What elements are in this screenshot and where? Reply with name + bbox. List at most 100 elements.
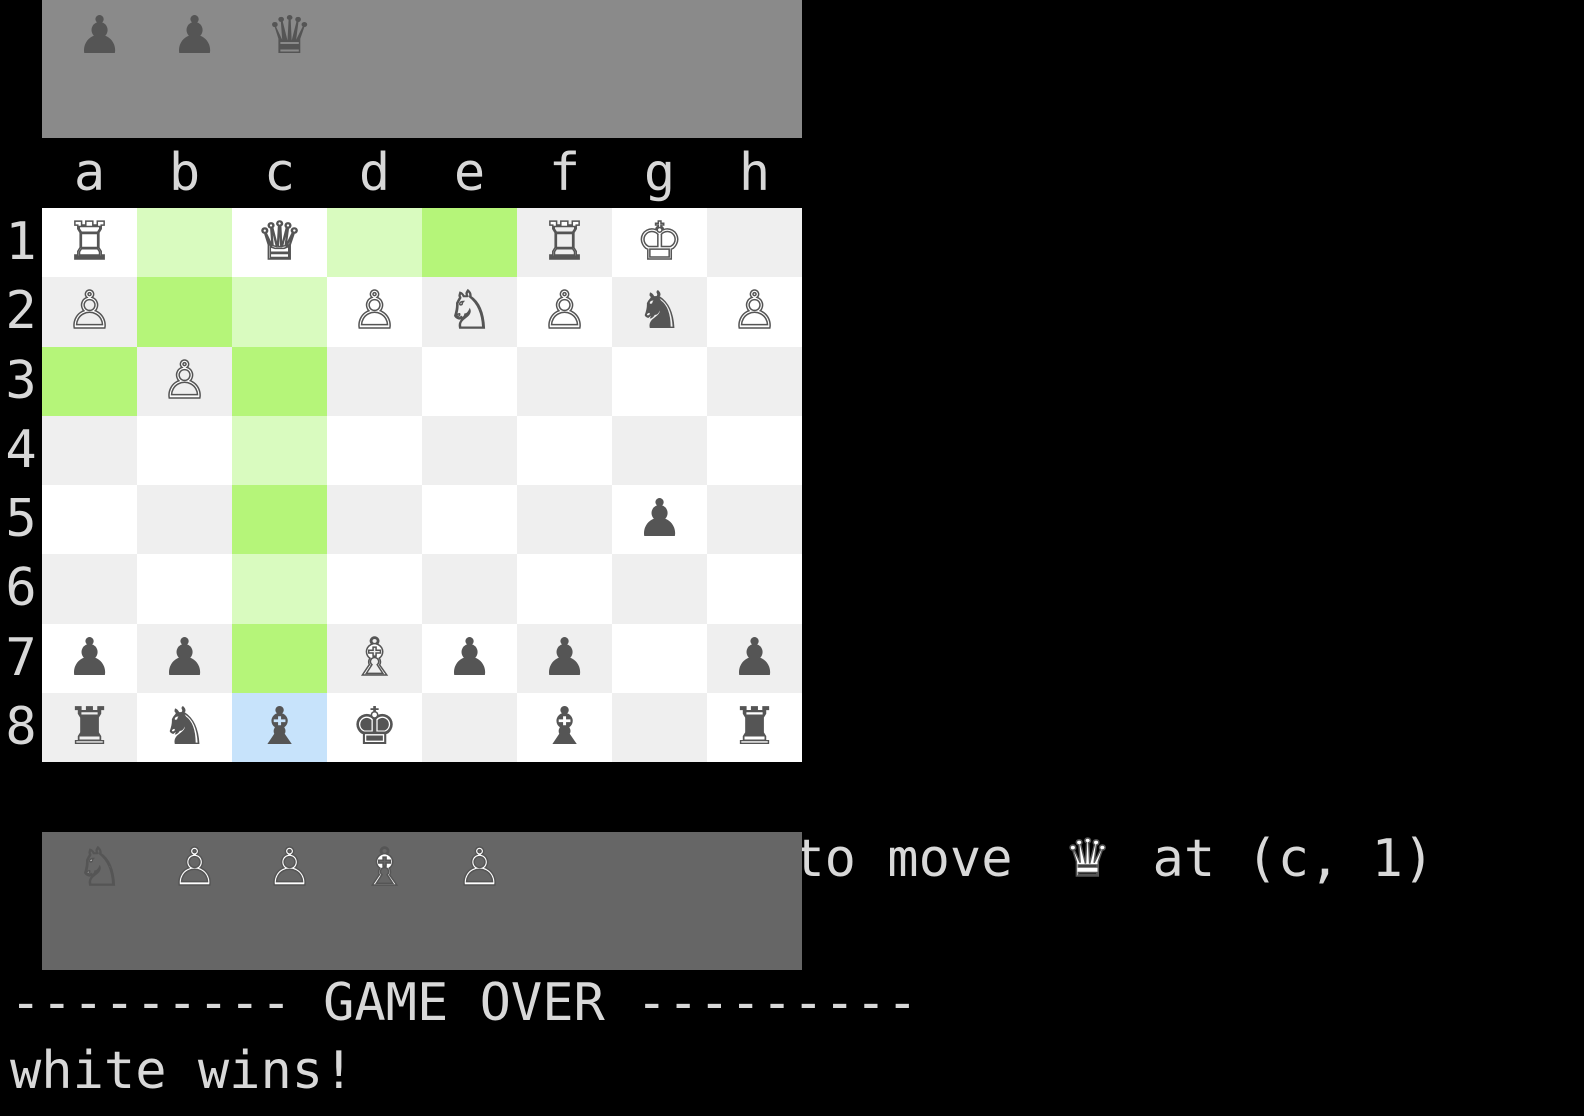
white-pawn-icon[interactable]: ♙ xyxy=(350,281,398,343)
file-label-f: f xyxy=(548,143,581,203)
square-g7[interactable] xyxy=(612,623,707,693)
square-a7[interactable]: ♟ xyxy=(42,623,137,693)
square-a5[interactable] xyxy=(42,485,137,555)
captured-white-pawn-icon: ♙ xyxy=(455,837,503,899)
square-d2[interactable]: ♙ xyxy=(327,277,422,347)
black-bishop-icon[interactable]: ♝ xyxy=(256,697,303,757)
black-pawn-icon[interactable]: ♟ xyxy=(541,628,588,688)
square-h2[interactable]: ♙ xyxy=(707,277,802,347)
black-king-icon[interactable]: ♚ xyxy=(351,697,398,757)
rank-label-8: 8 xyxy=(5,696,37,757)
square-d8[interactable]: ♚ xyxy=(327,692,422,762)
square-a3[interactable] xyxy=(42,346,137,416)
white-knight-icon[interactable]: ♘ xyxy=(445,281,493,343)
file-label-c: c xyxy=(263,143,296,203)
black-knight-icon[interactable]: ♞ xyxy=(161,697,208,757)
square-a8[interactable]: ♜ xyxy=(42,692,137,762)
square-f6[interactable] xyxy=(517,554,612,624)
white-pawn-icon[interactable]: ♙ xyxy=(730,281,778,343)
square-c2[interactable] xyxy=(232,277,327,347)
square-c7[interactable] xyxy=(232,623,327,693)
square-a1[interactable]: ♖ xyxy=(42,208,137,278)
white-pawn-icon[interactable]: ♙ xyxy=(160,350,208,412)
black-bishop-icon[interactable]: ♝ xyxy=(541,697,588,757)
square-g2[interactable]: ♞ xyxy=(612,277,707,347)
square-e1[interactable] xyxy=(422,208,517,278)
square-g4[interactable] xyxy=(612,415,707,485)
square-f5[interactable] xyxy=(517,485,612,555)
square-c8[interactable]: ♝ xyxy=(232,692,327,762)
square-d6[interactable] xyxy=(327,554,422,624)
square-f2[interactable]: ♙ xyxy=(517,277,612,347)
square-a2[interactable]: ♙ xyxy=(42,277,137,347)
square-f4[interactable] xyxy=(517,415,612,485)
square-h3[interactable] xyxy=(707,346,802,416)
square-b3[interactable]: ♙ xyxy=(137,346,232,416)
black-rook-icon[interactable]: ♜ xyxy=(731,697,778,757)
square-h5[interactable] xyxy=(707,485,802,555)
square-g5[interactable]: ♟ xyxy=(612,485,707,555)
captured-white-knight-icon: ♘ xyxy=(75,837,123,899)
square-e5[interactable] xyxy=(422,485,517,555)
square-f7[interactable]: ♟ xyxy=(517,623,612,693)
square-h1[interactable] xyxy=(707,208,802,278)
square-b5[interactable] xyxy=(137,485,232,555)
square-h8[interactable]: ♜ xyxy=(707,692,802,762)
black-pawn-icon[interactable]: ♟ xyxy=(66,628,113,688)
square-a6[interactable] xyxy=(42,554,137,624)
square-c3[interactable] xyxy=(232,346,327,416)
square-d3[interactable] xyxy=(327,346,422,416)
white-pawn-icon[interactable]: ♙ xyxy=(540,281,588,343)
square-h7[interactable]: ♟ xyxy=(707,623,802,693)
square-g6[interactable] xyxy=(612,554,707,624)
white-bishop-icon[interactable]: ♗ xyxy=(350,627,398,689)
black-pawn-icon[interactable]: ♟ xyxy=(161,628,208,688)
rank-label-7: 7 xyxy=(5,627,37,688)
square-b6[interactable] xyxy=(137,554,232,624)
square-g8[interactable] xyxy=(612,692,707,762)
square-b8[interactable]: ♞ xyxy=(137,692,232,762)
black-pawn-icon[interactable]: ♟ xyxy=(636,489,683,549)
square-g1[interactable]: ♔ xyxy=(612,208,707,278)
move-status-line: white is attempting to move♛at (c, 1) xyxy=(42,766,1434,890)
square-c1[interactable]: ♕ xyxy=(232,208,327,278)
file-label-e: e xyxy=(453,143,486,203)
square-f1[interactable]: ♖ xyxy=(517,208,612,278)
square-d4[interactable] xyxy=(327,415,422,485)
square-d5[interactable] xyxy=(327,485,422,555)
square-h4[interactable] xyxy=(707,415,802,485)
white-pawn-icon[interactable]: ♙ xyxy=(65,281,113,343)
black-knight-icon[interactable]: ♞ xyxy=(636,281,683,341)
square-g3[interactable] xyxy=(612,346,707,416)
square-d1[interactable] xyxy=(327,208,422,278)
white-queen-icon[interactable]: ♕ xyxy=(255,211,303,273)
square-f8[interactable]: ♝ xyxy=(517,692,612,762)
chess-board: ♖ ♕ ♖ ♔ ♙ ♙ ♘ ♙ ♞ ♙ ♙ ♟ ♟ ♟ ♗ ♟ ♟ ♟ ♜ ♞ ♝ ♚ ♝ ♜ xyxy=(42,208,802,762)
square-a4[interactable] xyxy=(42,415,137,485)
square-b7[interactable]: ♟ xyxy=(137,623,232,693)
square-e3[interactable] xyxy=(422,346,517,416)
rank-label-4: 4 xyxy=(5,419,37,480)
black-pawn-icon[interactable]: ♟ xyxy=(731,628,778,688)
square-b4[interactable] xyxy=(137,415,232,485)
square-d7[interactable]: ♗ xyxy=(327,623,422,693)
square-e2[interactable]: ♘ xyxy=(422,277,517,347)
black-rook-icon[interactable]: ♜ xyxy=(66,697,113,757)
square-h6[interactable] xyxy=(707,554,802,624)
square-e6[interactable] xyxy=(422,554,517,624)
square-f3[interactable] xyxy=(517,346,612,416)
square-b2[interactable] xyxy=(137,277,232,347)
square-e4[interactable] xyxy=(422,415,517,485)
square-e8[interactable] xyxy=(422,692,517,762)
rank-label-1: 1 xyxy=(5,212,37,272)
square-e7[interactable]: ♟ xyxy=(422,623,517,693)
square-b1[interactable] xyxy=(137,208,232,278)
white-king-icon[interactable]: ♔ xyxy=(635,211,683,273)
square-c5[interactable] xyxy=(232,485,327,555)
rank-label-3: 3 xyxy=(5,350,37,411)
white-rook-icon[interactable]: ♖ xyxy=(540,211,588,273)
square-c4[interactable] xyxy=(232,415,327,485)
square-c6[interactable] xyxy=(232,554,327,624)
white-rook-icon[interactable]: ♖ xyxy=(65,211,113,273)
black-pawn-icon[interactable]: ♟ xyxy=(446,628,493,688)
